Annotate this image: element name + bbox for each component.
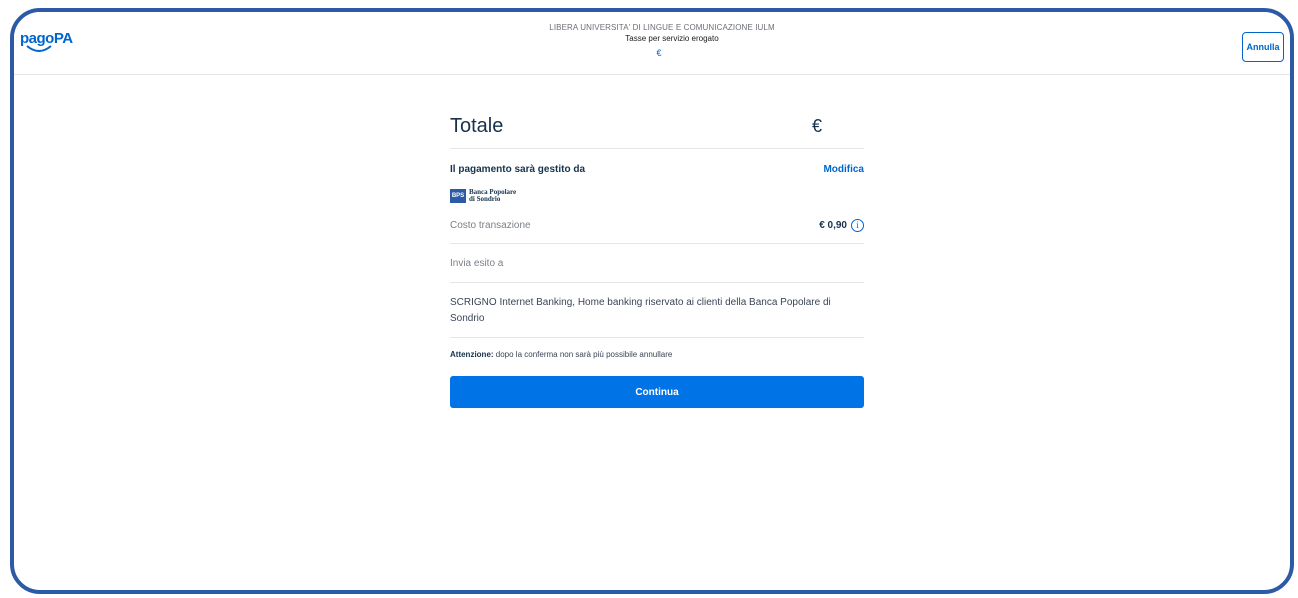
psp-row: Il pagamento sarà gestito da Modifica (450, 161, 864, 177)
total-label: Totale (450, 114, 504, 137)
header-amount: € (656, 48, 662, 58)
payment-summary-card: Totale € Il pagamento sarà gestito da Mo… (450, 104, 864, 408)
send-result-row[interactable]: Invia esito a (450, 244, 864, 283)
payment-header-info: LIBERA UNIVERSITA' DI LINGUE E COMUNICAZ… (14, 22, 1290, 60)
fee-label: Costo transazione (450, 219, 531, 231)
info-icon[interactable]: i (851, 218, 864, 232)
fee-value: € 0,90 (819, 219, 847, 231)
total-row: Totale € (450, 104, 864, 149)
warning-message: dopo la conferma non sarà più possibile … (493, 350, 673, 359)
bank-name: Banca Popolare di Sondrio (469, 188, 517, 203)
transaction-fee-row: Costo transazione € 0,90 i (450, 207, 864, 244)
warning-text: Attenzione: dopo la conferma non sarà pi… (450, 350, 864, 362)
total-value: € (811, 115, 822, 136)
send-result-label: Invia esito a (450, 257, 504, 269)
payment-method-description: SCRIGNO Internet Banking, Home banking r… (450, 283, 864, 338)
psp-label: Il pagamento sarà gestito da (450, 163, 586, 175)
bank-logo: BPS Banca Popolare di Sondrio (450, 185, 864, 207)
window-frame: pagoPA LIBERA UNIVERSITA' DI LINGUE E CO… (10, 8, 1294, 594)
fee-value-group: € 0,90 i (819, 218, 864, 232)
continue-button[interactable]: Continua (450, 376, 864, 408)
payment-subject: Tasse per servizio erogato (625, 34, 719, 43)
bank-mark-icon: BPS (450, 189, 466, 203)
organization-name: LIBERA UNIVERSITA' DI LINGUE E COMUNICAZ… (549, 23, 775, 32)
cancel-button[interactable]: Annulla (1242, 32, 1284, 62)
modify-link[interactable]: Modifica (823, 164, 864, 175)
warning-bold: Attenzione: (450, 350, 494, 359)
header-bar: pagoPA LIBERA UNIVERSITA' DI LINGUE E CO… (14, 12, 1290, 75)
